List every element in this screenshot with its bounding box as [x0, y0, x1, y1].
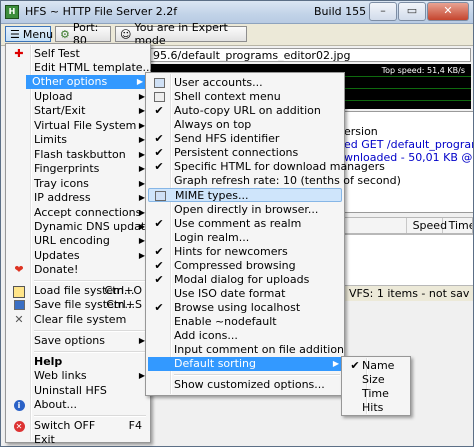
check-icon: ✔: [154, 301, 164, 314]
menu-item-accept-connections[interactable]: Accept connections on ▶: [8, 206, 159, 220]
check-icon: ✔: [154, 217, 164, 230]
status-bar: VFS: 1 items - not sav: [341, 285, 473, 301]
menu-item-self-test[interactable]: ✚ Self Test: [8, 47, 148, 61]
menu-item-virtual-file-system[interactable]: Virtual File System ▶: [8, 119, 148, 133]
option-shell-context-menu[interactable]: Shell context menu: [148, 90, 342, 104]
option-compressed-browsing[interactable]: ✔ Compressed browsing: [148, 259, 342, 273]
port-button[interactable]: ⚙ Port: 80: [55, 21, 111, 47]
menu-item-edit-html-template[interactable]: Edit HTML template...: [8, 61, 153, 75]
check-icon: ✔: [154, 259, 164, 272]
option-send-hfs-identifier[interactable]: ✔ Send HFS identifier: [148, 132, 342, 146]
option-modal-dialog-uploads[interactable]: ✔ Modal dialog for uploads: [148, 273, 342, 287]
menu-item-upload[interactable]: Upload ▶: [8, 90, 148, 104]
graph-top-speed: Top speed: 51,4 KB/s: [381, 66, 465, 75]
submenu-arrow-icon: ▶: [136, 77, 143, 86]
clear-icon: ✕: [14, 313, 24, 326]
option-auto-copy-url[interactable]: ✔ Auto-copy URL on addition: [148, 104, 342, 118]
info-icon: i: [12, 398, 26, 412]
submenu-arrow-icon: ▶: [332, 359, 339, 368]
option-always-on-top[interactable]: Always on top: [148, 118, 342, 132]
menu-item-other-options[interactable]: Other options ▶: [26, 75, 146, 89]
menu-item-fingerprints[interactable]: Fingerprints ▶: [8, 162, 148, 176]
mode-button[interactable]: ☺ You are in Expert mode: [115, 21, 247, 47]
switch-off-icon: ✕: [12, 419, 26, 433]
menu-item-flash-taskbutton[interactable]: Flash taskbutton ▶: [8, 148, 148, 162]
close-button[interactable]: ✕: [427, 2, 469, 21]
option-show-customized-options[interactable]: Show customized options...: [148, 378, 342, 392]
column-speed[interactable]: Speed: [407, 218, 447, 233]
url-field[interactable]: 95.6/default_programs_editor02.jpg: [149, 48, 471, 62]
column-time-left[interactable]: Time left: [443, 218, 472, 233]
option-use-comment-as-realm[interactable]: ✔ Use comment as realm: [148, 217, 342, 231]
option-user-accounts[interactable]: User accounts...: [148, 76, 342, 90]
heart-icon: ❤: [14, 263, 24, 276]
option-login-realm[interactable]: Login realm...: [148, 231, 342, 245]
main-menu: ✚ Self Test Edit HTML template... Other …: [5, 43, 159, 446]
option-default-sorting[interactable]: Default sorting ▶: [148, 357, 342, 371]
menu-item-tray-icons[interactable]: Tray icons ▶: [8, 177, 148, 191]
save-icon: [12, 298, 26, 314]
check-icon: ✔: [154, 160, 164, 173]
menu-item-start-exit[interactable]: Start/Exit ▶: [8, 104, 148, 118]
menu-item-about[interactable]: i About...: [8, 398, 148, 412]
check-icon: ✔: [154, 132, 164, 145]
menu-item-clear-file-system[interactable]: ✕ Clear file system: [8, 313, 148, 327]
hfs-app-icon: H: [5, 5, 19, 19]
connections-header: Speed Time left: [341, 217, 473, 234]
option-enable-nodefault[interactable]: Enable ~nodefault: [148, 315, 342, 329]
build-label: Build 155: [314, 5, 367, 18]
option-use-iso-date-format[interactable]: Use ISO date format: [148, 287, 342, 301]
menu-item-help[interactable]: Help: [8, 355, 148, 369]
radio-selected-icon: ✔: [350, 359, 360, 372]
menu-item-url-encoding[interactable]: URL encoding ▶: [8, 234, 148, 248]
option-browse-using-localhost[interactable]: ✔ Browse using localhost: [148, 301, 342, 315]
sort-option-name[interactable]: ✔ Name: [344, 359, 408, 373]
self-test-icon: ✚: [14, 47, 24, 60]
menu-item-exit[interactable]: Exit: [8, 433, 148, 446]
check-icon: ✔: [154, 245, 164, 258]
menu-item-save-file-system[interactable]: Save file system... Ctrl+S: [8, 298, 148, 312]
default-sorting-menu: ✔ Name Size Time Hits: [341, 356, 411, 416]
log-line: ersion: [344, 125, 378, 138]
menu-button-label: Menu: [22, 27, 54, 41]
check-icon: ✔: [154, 104, 164, 117]
option-hints-for-newcomers[interactable]: ✔ Hints for newcomers: [148, 245, 342, 259]
connections-list[interactable]: [341, 234, 473, 286]
menu-item-uninstall-hfs[interactable]: Uninstall HFS: [8, 384, 148, 398]
log-line: ed GET /default_programs: [344, 138, 474, 151]
check-icon: ✔: [154, 273, 164, 286]
menu-item-limits[interactable]: Limits ▶: [8, 133, 148, 147]
menu-item-web-links[interactable]: Web links ▶: [8, 369, 148, 383]
menu-item-switch-off[interactable]: ✕ Switch OFF F4: [8, 419, 148, 433]
option-graph-refresh-rate[interactable]: Graph refresh rate: 10 (tenths of second…: [148, 174, 401, 188]
option-open-directly-in-browser[interactable]: Open directly in browser...: [148, 203, 342, 217]
maximize-button[interactable]: ▭: [398, 2, 426, 21]
option-add-icons[interactable]: Add icons...: [148, 329, 342, 343]
sort-option-time[interactable]: Time: [344, 387, 408, 401]
window-title: HFS ~ HTTP File Server 2.2f: [25, 5, 178, 18]
sort-option-size[interactable]: Size: [344, 373, 408, 387]
menu-icon: ☰: [10, 27, 20, 41]
minimize-button[interactable]: –: [369, 2, 397, 21]
option-specific-html[interactable]: ✔ Specific HTML for download managers: [148, 160, 385, 174]
expert-mode-icon: ☺: [120, 27, 132, 41]
menu-item-save-options[interactable]: Save options ▶: [8, 334, 148, 348]
other-options-menu: User accounts... Shell context menu ✔ Au…: [145, 72, 401, 396]
sort-option-hits[interactable]: Hits: [344, 401, 408, 415]
option-persistent-connections[interactable]: ✔ Persistent connections: [148, 146, 342, 160]
menu-item-updates[interactable]: Updates ▶: [8, 249, 148, 263]
menu-button[interactable]: ☰ Menu: [5, 26, 54, 42]
option-input-comment[interactable]: Input comment on file addition: [148, 343, 344, 357]
menu-item-ip-address[interactable]: IP address ▶: [8, 191, 148, 205]
menu-item-donate[interactable]: ❤ Donate!: [8, 263, 148, 277]
port-icon: ⚙: [60, 27, 70, 41]
check-icon: ✔: [154, 146, 164, 159]
menu-item-dynamic-dns[interactable]: Dynamic DNS updater ▶: [8, 220, 156, 234]
option-mime-types[interactable]: MIME types...: [148, 188, 342, 202]
menu-item-load-file-system[interactable]: Load file system... Ctrl+O: [8, 284, 148, 298]
